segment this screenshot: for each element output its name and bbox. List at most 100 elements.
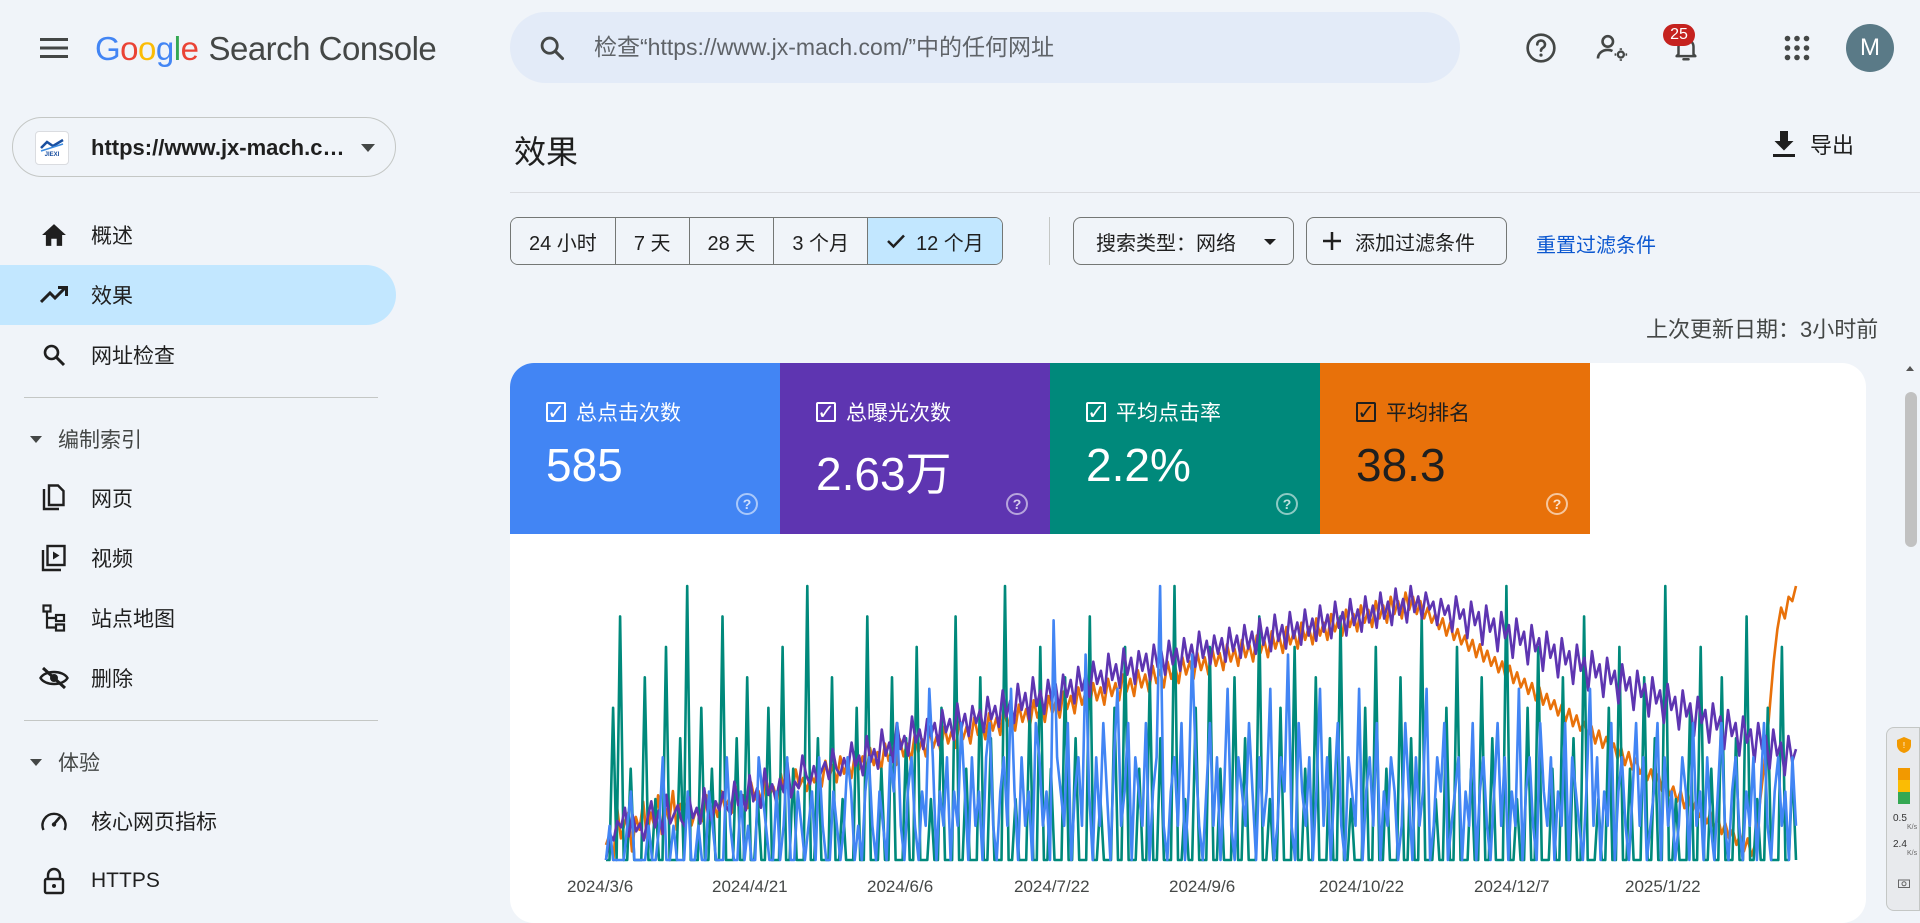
- google-wordmark: Google: [95, 30, 199, 67]
- top-bar: GoogleSearch Console 25 M: [0, 0, 1920, 96]
- download-icon: [1773, 131, 1795, 157]
- help-icon[interactable]: ?: [1276, 493, 1298, 515]
- x-axis-tick-label: 2024/9/6: [1169, 877, 1235, 896]
- visibility-off-icon: [39, 666, 69, 690]
- sidebar-item-url-inspection[interactable]: 网址检查: [0, 325, 400, 385]
- sidebar-item-overview[interactable]: 概述: [0, 205, 400, 265]
- account-avatar[interactable]: M: [1846, 24, 1894, 72]
- sidebar-item-label: 网页: [91, 488, 133, 511]
- product-name: Search Console: [208, 30, 437, 67]
- export-button[interactable]: 导出: [1772, 128, 1854, 160]
- hamburger-menu-icon: [40, 38, 68, 58]
- performance-chart[interactable]: 2024/3/6 2024/4/21 2024/6/6 2024/7/22 2024/9…: [510, 534, 1866, 923]
- help-icon[interactable]: ?: [736, 493, 758, 515]
- google-wordmark-letter: o: [120, 30, 139, 67]
- shield-icon: !: [1897, 737, 1911, 753]
- network-speed-widget[interactable]: ! 0.5 K/s 2.4 K/s: [1886, 727, 1920, 911]
- download-speed-unit: K/s: [1907, 850, 1918, 857]
- download-speed-value: 2.4: [1893, 839, 1907, 850]
- search-type-filter[interactable]: 搜索类型：网络: [1073, 217, 1294, 265]
- sidebar-item-sitemaps[interactable]: 站点地图: [0, 588, 400, 648]
- scrollbar-thumb[interactable]: [1905, 392, 1917, 547]
- x-axis-tick-label: 2024/3/6: [567, 877, 633, 896]
- reset-filters-link[interactable]: 重置过滤条件: [1536, 229, 1656, 258]
- add-filter-button[interactable]: 添加过滤条件: [1306, 217, 1507, 265]
- chevron-down-icon: [1264, 239, 1276, 245]
- metric-value: 2.2%: [1086, 439, 1191, 491]
- metric-value: 585: [546, 439, 623, 491]
- upload-speed-unit: K/s: [1907, 824, 1918, 831]
- performance-card: ✓ 总点击次数 585 ? ✓ 总曝光次数 2.63万 ? ✓ 平均点击率 2.2% …: [510, 363, 1866, 923]
- search-icon: [43, 344, 66, 367]
- x-axis-tick-label: 2024/6/6: [867, 877, 933, 896]
- checkbox-checked-icon[interactable]: ✓: [816, 401, 836, 424]
- metric-label: 总点击次数: [576, 402, 681, 425]
- checkbox-checked-icon[interactable]: ✓: [1356, 401, 1376, 424]
- metric-value: 38.3: [1356, 439, 1446, 491]
- help-icon[interactable]: ?: [1006, 493, 1028, 515]
- sitemap-icon: [42, 604, 66, 632]
- filter-divider: [1049, 217, 1050, 265]
- sidebar-item-label: 概述: [91, 225, 133, 248]
- trending-up-icon: [40, 286, 68, 304]
- sidebar-item-label: 站点地图: [91, 608, 175, 631]
- date-range-3m[interactable]: 3 个月: [774, 218, 868, 264]
- checkbox-checked-icon[interactable]: ✓: [1086, 401, 1106, 424]
- metric-label: 平均点击率: [1116, 402, 1221, 425]
- sidebar-item-pages[interactable]: 网页: [0, 468, 400, 528]
- section-collapse-icon: [30, 435, 42, 443]
- metric-label: 总曝光次数: [846, 402, 951, 425]
- plus-icon: [1323, 232, 1341, 250]
- date-range-24h[interactable]: 24 小时: [511, 218, 616, 264]
- favicon-logo-icon: [40, 138, 64, 152]
- check-icon: [887, 234, 905, 249]
- notifications-count-badge: 25: [1663, 24, 1695, 46]
- sidebar-item-label: 效果: [91, 285, 133, 308]
- sidebar-divider: [24, 397, 378, 398]
- sidebar-item-https[interactable]: HTTPS: [0, 851, 400, 911]
- date-range-7d[interactable]: 7 天: [615, 218, 690, 264]
- main-menu-button[interactable]: [32, 26, 76, 70]
- sidebar-item-performance[interactable]: 效果: [0, 265, 396, 325]
- search-console-logo[interactable]: Google Search Console: [95, 30, 437, 68]
- help-icon[interactable]: ?: [1546, 493, 1568, 515]
- add-filter-label: 添加过滤条件: [1355, 232, 1475, 255]
- sidebar-section-experience[interactable]: 体验: [0, 733, 400, 791]
- property-selector[interactable]: JIEXI https://www.jx-mach.com/: [12, 117, 396, 177]
- checkbox-checked-icon[interactable]: ✓: [546, 401, 566, 424]
- metric-average-ctr[interactable]: ✓ 平均点击率 2.2% ?: [1050, 363, 1320, 534]
- apps-button[interactable]: [1775, 26, 1819, 70]
- url-inspection-search[interactable]: [510, 12, 1460, 83]
- metric-label: 平均排名: [1386, 402, 1470, 425]
- x-axis-tick-label: 2024/12/7: [1474, 877, 1550, 896]
- sidebar-section-indexing[interactable]: 编制索引: [0, 410, 400, 468]
- export-label: 导出: [1810, 133, 1855, 158]
- user-settings-button[interactable]: [1591, 26, 1635, 70]
- url-inspection-input[interactable]: [594, 12, 1434, 83]
- scroll-up-arrow-icon[interactable]: [1906, 366, 1914, 371]
- metric-total-impressions[interactable]: ✓ 总曝光次数 2.63万 ?: [780, 363, 1050, 534]
- metric-total-clicks[interactable]: ✓ 总点击次数 585 ?: [510, 363, 780, 534]
- google-wordmark-letter: G: [95, 30, 121, 67]
- speed-icon: [41, 812, 67, 831]
- sidebar-item-video[interactable]: 视频: [0, 528, 400, 588]
- sidebar-divider: [24, 720, 378, 721]
- section-collapse-icon: [30, 758, 42, 766]
- metric-average-position[interactable]: ✓ 平均排名 38.3 ?: [1320, 363, 1590, 534]
- google-wordmark-letter: e: [180, 30, 199, 67]
- x-axis-tick-label: 2024/10/22: [1319, 877, 1404, 896]
- metric-value: 2.63万: [816, 448, 952, 500]
- date-range-selector: 24 小时 7 天 28 天 3 个月 12 个月: [510, 217, 1003, 265]
- google-wordmark-letter: o: [138, 30, 156, 67]
- date-range-12m[interactable]: 12 个月: [868, 218, 1002, 264]
- date-range-28d[interactable]: 28 天: [689, 218, 775, 264]
- sidebar-item-label: 核心网页指标: [91, 811, 217, 834]
- sidebar-item-label: 网址检查: [91, 345, 175, 368]
- sidebar-item-removals[interactable]: 删除: [0, 648, 400, 708]
- title-divider: [510, 192, 1920, 193]
- sidebar-item-label: 视频: [91, 548, 133, 571]
- search-icon: [540, 36, 565, 61]
- sidebar-item-core-web-vitals[interactable]: 核心网页指标: [0, 791, 400, 851]
- x-axis-tick-label: 2024/7/22: [1014, 877, 1090, 896]
- help-button[interactable]: [1519, 26, 1563, 70]
